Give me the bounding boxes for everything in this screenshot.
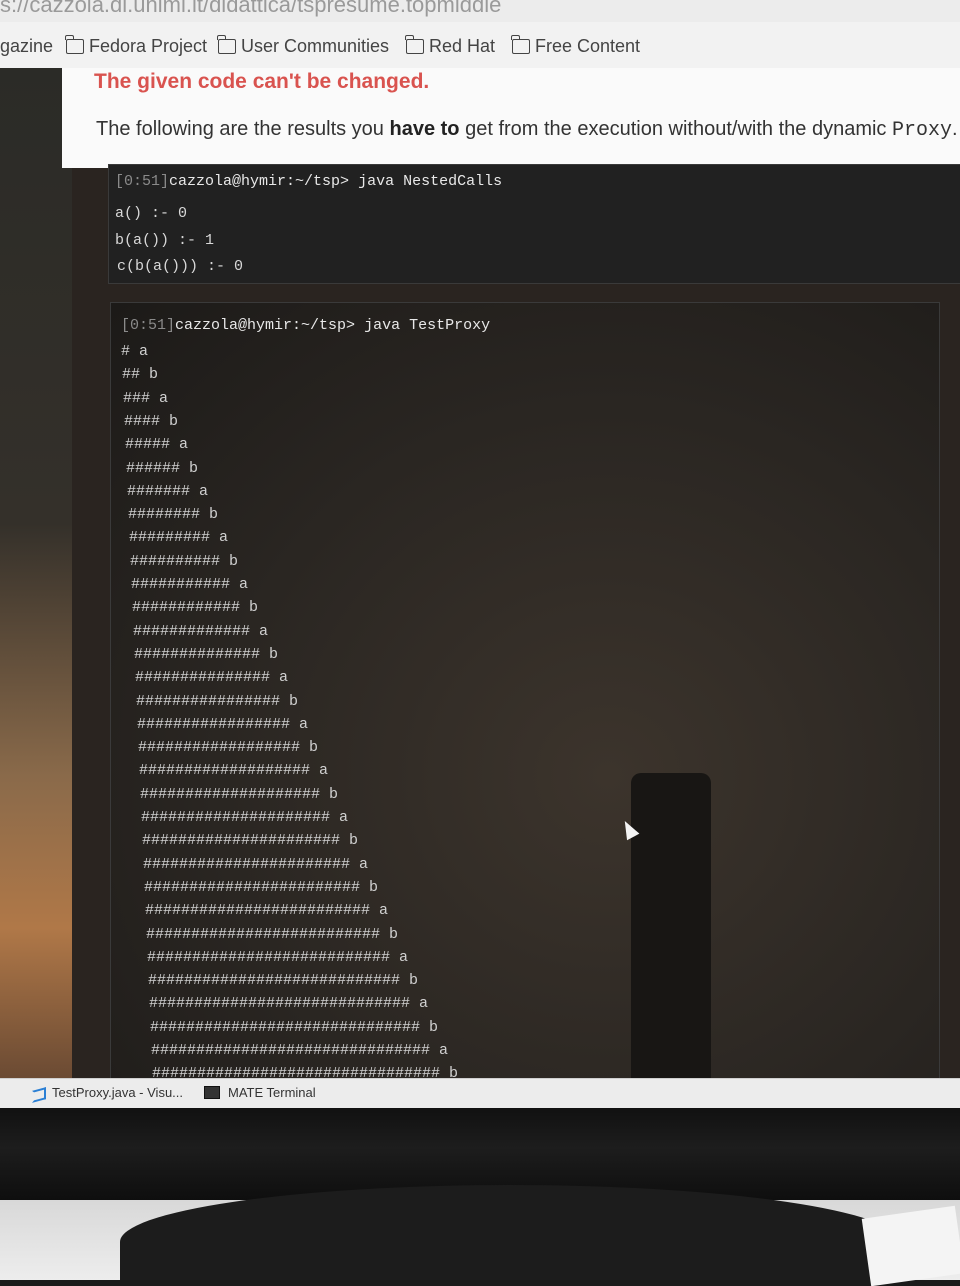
prompt-command: java NestedCalls bbox=[358, 173, 503, 190]
terminal-output-line: ############################## b bbox=[150, 1018, 439, 1036]
address-text: s://cazzola.di.unimi.it/didattica/tspres… bbox=[0, 0, 502, 17]
terminal-output-line: ####################### a bbox=[143, 855, 369, 873]
desktop-wallpaper bbox=[0, 68, 72, 1080]
terminal-icon bbox=[204, 1086, 220, 1099]
terminal-output-line: ### a bbox=[123, 389, 169, 407]
terminal-output-line: # a bbox=[121, 343, 149, 360]
folder-icon bbox=[65, 35, 84, 54]
prompt-time: [0:51] bbox=[115, 173, 170, 190]
terminal-output-line: ############################### a bbox=[151, 1042, 449, 1059]
intro-bold: have to bbox=[389, 118, 460, 140]
intro-text: The following are the results you have t… bbox=[96, 118, 958, 142]
terminal-output-line: ############### a bbox=[135, 669, 289, 687]
terminal-output-line: ##### a bbox=[125, 436, 189, 454]
paper-sheet bbox=[861, 1205, 960, 1286]
bookmark-label: Red Hat bbox=[429, 36, 496, 56]
bookmarks-bar: gazine Fedora Project User Communities R… bbox=[0, 22, 960, 69]
folder-icon bbox=[217, 35, 236, 54]
terminal-output-line: #### b bbox=[124, 412, 179, 430]
bookmark-red-hat[interactable]: Red Hat bbox=[405, 35, 496, 57]
terminal-output-line: ####### a bbox=[127, 482, 209, 500]
taskbar: TestProxy.java - Visu... MATE Terminal bbox=[0, 1078, 960, 1109]
taskbar-item-terminal[interactable]: MATE Terminal bbox=[204, 1085, 316, 1100]
terminal-output-line: ########################### a bbox=[147, 948, 409, 966]
terminal-output-line: ############# a bbox=[133, 622, 269, 640]
terminal-output-line: ############ b bbox=[132, 599, 259, 617]
monitor-screen: s://cazzola.di.unimi.it/didattica/tspres… bbox=[0, 0, 960, 1110]
bookmark-user-communities[interactable]: User Communities bbox=[217, 35, 390, 57]
prompt-user-host: cazzola@hymir:~/tsp> bbox=[175, 317, 356, 334]
bookmark-fedora-project[interactable]: Fedora Project bbox=[65, 35, 208, 57]
terminal-output-line: c(b(a())) :- 0 bbox=[117, 258, 244, 275]
tree-wallpaper-shadow bbox=[631, 773, 711, 1091]
folder-icon bbox=[405, 35, 424, 54]
intro-end: . bbox=[952, 118, 958, 140]
terminal-output-line: ################# a bbox=[137, 715, 309, 733]
prompt-user-host: cazzola@hymir:~/tsp> bbox=[169, 173, 350, 190]
terminal-output-line: ######################### a bbox=[145, 902, 389, 920]
terminal-output-line: ############## b bbox=[134, 645, 279, 663]
terminal-output-line: ## b bbox=[122, 366, 159, 384]
taskbar-item-vscode[interactable]: TestProxy.java - Visu... bbox=[32, 1085, 183, 1100]
terminal-output-line: ########## b bbox=[130, 552, 239, 570]
terminal-output-line: ######### a bbox=[129, 529, 229, 547]
terminal-prompt-line: [0:51]cazzola@hymir:~/tsp> java TestProx… bbox=[121, 317, 490, 334]
bookmark-free-content[interactable]: Free Content bbox=[511, 35, 641, 57]
terminal-output-line: ########################## b bbox=[146, 925, 399, 943]
terminal-output-line: #################### b bbox=[140, 785, 339, 803]
taskbar-label: TestProxy.java - Visu... bbox=[52, 1085, 184, 1100]
terminal-output-line: ########### a bbox=[131, 576, 249, 593]
terminal-output-line: b(a()) :- 1 bbox=[115, 232, 215, 249]
vscode-icon bbox=[32, 1087, 44, 1099]
prompt-command: java TestProxy bbox=[364, 317, 491, 334]
prompt-time: [0:51] bbox=[121, 317, 176, 334]
terminal-output-line: ######## b bbox=[128, 506, 219, 524]
intro-code: Proxy bbox=[891, 119, 952, 142]
terminal-output-line: ############################# a bbox=[149, 995, 429, 1013]
terminal-output-line: ###################### b bbox=[142, 832, 359, 850]
terminal-output-line: ##################### a bbox=[141, 809, 349, 826]
terminal-output-line: ################## b bbox=[138, 739, 319, 757]
web-page-content: The given code can't be changed. The fol… bbox=[62, 68, 960, 168]
folder-icon bbox=[511, 35, 530, 54]
terminal-output-line: ################ b bbox=[136, 692, 299, 710]
address-bar[interactable]: s://cazzola.di.unimi.it/didattica/tspres… bbox=[0, 0, 960, 22]
code-block-testproxy: [0:51]cazzola@hymir:~/tsp> java TestProx… bbox=[110, 302, 940, 1092]
intro-suffix: get from the execution without/with the … bbox=[459, 118, 892, 140]
bookmark-gazine[interactable]: gazine bbox=[0, 36, 53, 57]
taskbar-label: MATE Terminal bbox=[228, 1085, 316, 1100]
terminal-output-line: ######################## b bbox=[144, 878, 379, 896]
bookmark-label: Free Content bbox=[535, 36, 641, 56]
warning-text: The given code can't be changed. bbox=[94, 70, 430, 93]
terminal-output-line: ###### b bbox=[126, 459, 199, 477]
terminal-prompt-line: [0:51]cazzola@hymir:~/tsp> java NestedCa… bbox=[115, 173, 502, 190]
bookmark-label: gazine bbox=[0, 36, 54, 56]
terminal-output-line: ################### a bbox=[139, 762, 329, 780]
code-block-nestedcalls: [0:51]cazzola@hymir:~/tsp> java NestedCa… bbox=[108, 164, 960, 284]
intro-prefix: The following are the results you bbox=[96, 118, 390, 140]
bookmark-label: User Communities bbox=[241, 36, 390, 56]
terminal-output-line: a() :- 0 bbox=[115, 205, 188, 222]
bookmark-label: Fedora Project bbox=[89, 36, 208, 56]
terminal-output-line: ############################ b bbox=[148, 972, 419, 990]
